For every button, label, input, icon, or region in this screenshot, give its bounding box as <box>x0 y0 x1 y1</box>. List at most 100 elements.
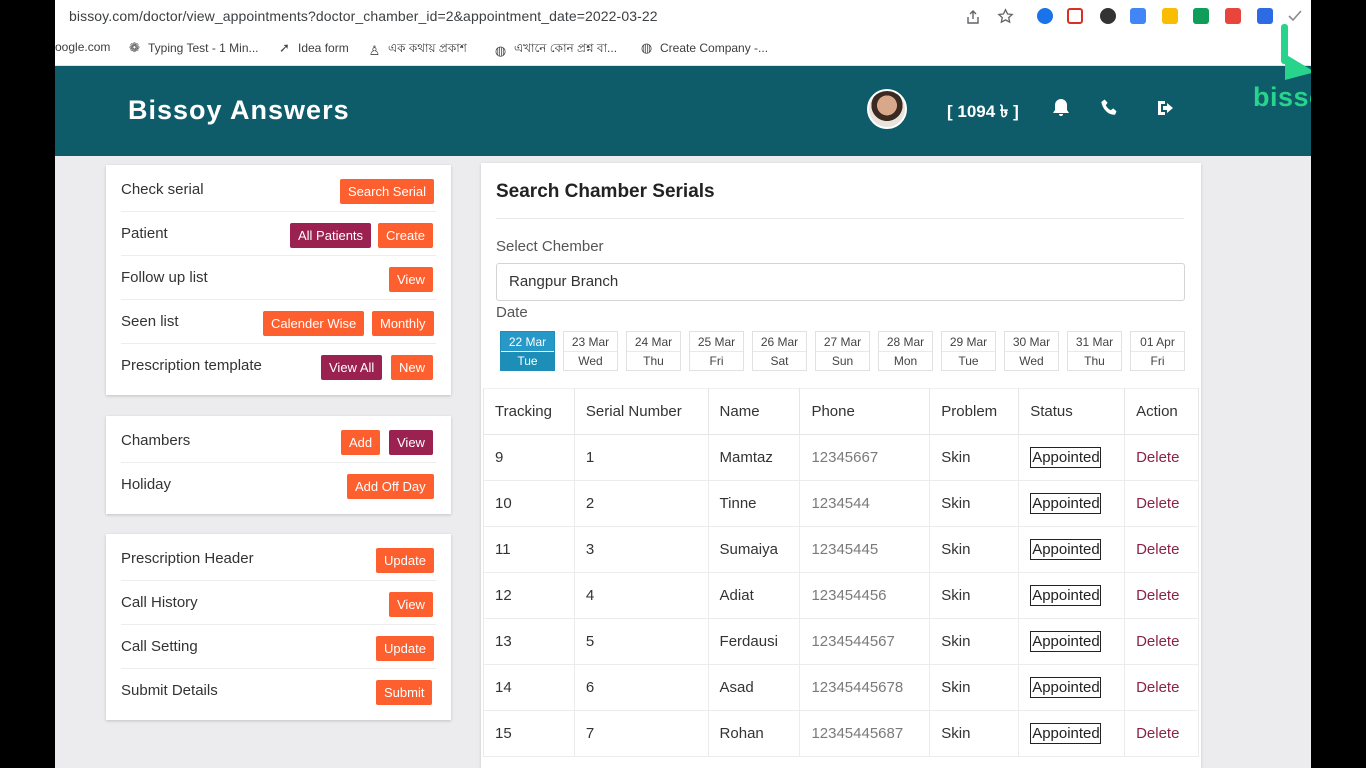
extension-icon[interactable] <box>1225 8 1241 24</box>
status-select[interactable]: Appointed <box>1030 723 1101 744</box>
update-prescription-header-button[interactable]: Update <box>376 548 434 573</box>
share-icon[interactable] <box>965 9 981 25</box>
star-icon[interactable] <box>997 8 1014 25</box>
cell-action: Delete <box>1124 480 1199 527</box>
sidebar-row-call-history: Call History View <box>121 581 436 625</box>
column-header-phone[interactable]: Phone <box>799 388 931 435</box>
date-option-date: 01 Apr <box>1131 332 1184 352</box>
view-chambers-button[interactable]: View <box>389 430 433 455</box>
url-text[interactable]: bissoy.com/doctor/view_appointments?doct… <box>69 8 658 24</box>
bookmark-item[interactable]: ◍ Create Company -... <box>639 40 768 55</box>
date-option-date: 25 Mar <box>690 332 743 352</box>
column-header-action[interactable]: Action <box>1124 388 1199 435</box>
cell-name: Rohan <box>707 710 801 757</box>
column-header-problem[interactable]: Problem <box>929 388 1020 435</box>
calender-wise-button[interactable]: Calender Wise <box>263 311 365 336</box>
extension-icon[interactable] <box>1037 8 1053 24</box>
date-option-day: Thu <box>643 354 664 368</box>
delete-link[interactable]: Delete <box>1136 587 1179 604</box>
row-label: Chambers <box>121 432 191 449</box>
date-option[interactable]: 25 Mar Fri <box>689 331 744 371</box>
date-option-date: 26 Mar <box>753 332 806 352</box>
sidebar-row-seen-list: Seen list Calender Wise Monthly <box>121 300 436 344</box>
row-label: Follow up list <box>121 269 208 286</box>
translate-icon[interactable] <box>1130 8 1146 24</box>
phone-icon[interactable] <box>1098 96 1122 120</box>
update-call-setting-button[interactable]: Update <box>376 636 434 661</box>
cell-tracking: 10 <box>483 480 575 527</box>
cell-name: Tinne <box>707 480 801 527</box>
table-header-row: Tracking Serial Number Name Phone Proble… <box>483 388 1199 435</box>
column-header-serial-number[interactable]: Serial Number <box>573 388 709 435</box>
column-header-name[interactable]: Name <box>707 388 801 435</box>
add-off-day-button[interactable]: Add Off Day <box>347 474 434 499</box>
search-serial-button[interactable]: Search Serial <box>340 179 435 204</box>
cell-status: Appointed <box>1018 434 1126 481</box>
status-select[interactable]: Appointed <box>1030 493 1101 514</box>
delete-link[interactable]: Delete <box>1136 495 1179 512</box>
bookmark-item[interactable]: ♙ এক কথায় প্রকাশ <box>367 40 467 60</box>
date-option[interactable]: 22 Mar Tue <box>500 331 555 371</box>
status-select[interactable]: Appointed <box>1030 447 1101 468</box>
all-patients-button[interactable]: All Patients <box>290 223 372 248</box>
status-select[interactable]: Appointed <box>1030 585 1101 606</box>
bookmark-item[interactable]: ➚ Idea form <box>277 40 349 55</box>
column-header-tracking[interactable]: Tracking <box>483 388 575 435</box>
delete-link[interactable]: Delete <box>1136 449 1179 466</box>
bookmark-item[interactable]: ❁ Typing Test - 1 Min... <box>127 40 259 55</box>
monthly-button[interactable]: Monthly <box>372 311 434 336</box>
table-row: 12 4 Adiat 123454456 Skin Appointed Delete <box>483 572 1199 619</box>
status-select[interactable]: Appointed <box>1030 677 1101 698</box>
bell-icon[interactable] <box>1049 96 1073 120</box>
avatar[interactable] <box>867 89 907 129</box>
balance-display[interactable]: [ 1094 ৳ ] <box>947 99 1019 127</box>
extension-icon[interactable] <box>1100 8 1116 24</box>
date-option[interactable]: 28 Mar Mon <box>878 331 933 371</box>
add-chamber-button[interactable]: Add <box>341 430 381 455</box>
new-template-button[interactable]: New <box>391 355 434 380</box>
serials-table: Tracking Serial Number Name Phone Proble… <box>483 388 1199 757</box>
follow-up-view-button[interactable]: View <box>389 267 433 292</box>
view-all-templates-button[interactable]: View All <box>321 355 383 380</box>
date-option[interactable]: 29 Mar Tue <box>941 331 996 371</box>
app-title[interactable]: Bissoy Answers <box>128 95 350 126</box>
cell-phone: 12345667 <box>799 434 931 481</box>
date-option[interactable]: 27 Mar Sun <box>815 331 870 371</box>
date-option[interactable]: 26 Mar Sat <box>752 331 807 371</box>
create-patient-button[interactable]: Create <box>378 223 434 248</box>
cell-serial: 7 <box>573 710 709 757</box>
bookmark-item[interactable]: oogle.com <box>55 40 110 54</box>
bookmark-label: Typing Test - 1 Min... <box>148 40 259 55</box>
cell-phone: 1234544 <box>799 480 931 527</box>
chambers-card: Chambers Add View Holiday Add Off Day <box>106 416 451 514</box>
row-label: Submit Details <box>121 682 218 699</box>
cell-serial: 4 <box>573 572 709 619</box>
date-option[interactable]: 24 Mar Thu <box>626 331 681 371</box>
gmail-icon[interactable] <box>1067 8 1083 24</box>
status-select[interactable]: Appointed <box>1030 631 1101 652</box>
row-label: Patient <box>121 225 168 242</box>
date-option-day: Thu <box>1084 354 1105 368</box>
bookmark-item[interactable]: ◍ এখানে কোন প্রশ্ন বা... <box>493 40 617 60</box>
call-history-view-button[interactable]: View <box>389 592 433 617</box>
date-option[interactable]: 30 Mar Wed <box>1004 331 1059 371</box>
date-option[interactable]: 23 Mar Wed <box>563 331 618 371</box>
delete-link[interactable]: Delete <box>1136 541 1179 558</box>
delete-link[interactable]: Delete <box>1136 679 1179 696</box>
date-option[interactable]: 31 Mar Thu <box>1067 331 1122 371</box>
sidebar-row-prescription-header: Prescription Header Update <box>121 537 436 581</box>
delete-link[interactable]: Delete <box>1136 725 1179 742</box>
submit-details-button[interactable]: Submit <box>376 680 433 705</box>
cell-status: Appointed <box>1018 710 1126 757</box>
chamber-select[interactable]: Rangpur Branch <box>496 263 1185 301</box>
extension-icon[interactable] <box>1162 8 1178 24</box>
date-option-date: 27 Mar <box>816 332 869 352</box>
status-select[interactable]: Appointed <box>1030 539 1101 560</box>
table-row: 11 3 Sumaiya 12345445 Skin Appointed Delete <box>483 526 1199 573</box>
delete-link[interactable]: Delete <box>1136 633 1179 650</box>
extension-icon[interactable] <box>1193 8 1209 24</box>
date-option[interactable]: 01 Apr Fri <box>1130 331 1185 371</box>
row-label: Call History <box>121 594 198 611</box>
logout-icon[interactable] <box>1154 96 1178 120</box>
column-header-status[interactable]: Status <box>1018 388 1126 435</box>
